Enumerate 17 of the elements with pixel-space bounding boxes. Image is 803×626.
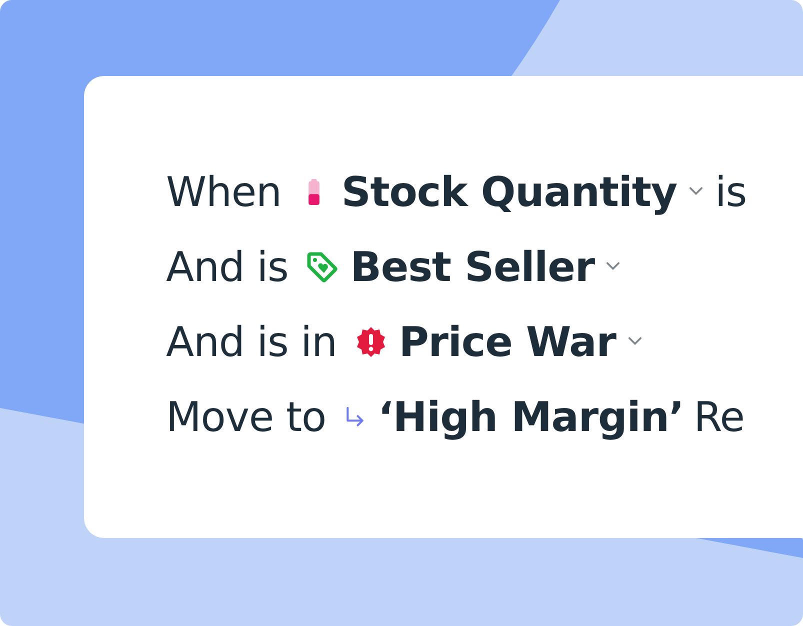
caret-icon[interactable] <box>606 262 620 271</box>
rule-text: Re <box>694 392 744 440</box>
rule-text: Move to <box>166 392 326 440</box>
caret-icon[interactable] <box>628 337 642 346</box>
rule-text: And is in <box>166 318 337 366</box>
caret-icon[interactable] <box>688 187 703 196</box>
battery-icon <box>307 178 322 204</box>
target-name: ‘High Margin’ <box>378 392 684 440</box>
rule-text: When <box>166 168 282 216</box>
field-dropdown[interactable]: Best Seller <box>350 242 594 290</box>
field-dropdown[interactable]: Price War <box>398 318 616 366</box>
rule-text: is <box>714 168 747 216</box>
alert-icon <box>354 326 387 358</box>
field-dropdown[interactable]: Stock Quantity <box>341 168 677 216</box>
tag-icon <box>306 250 338 282</box>
rule-text: And is <box>166 242 288 290</box>
arrow-icon <box>344 406 366 428</box>
